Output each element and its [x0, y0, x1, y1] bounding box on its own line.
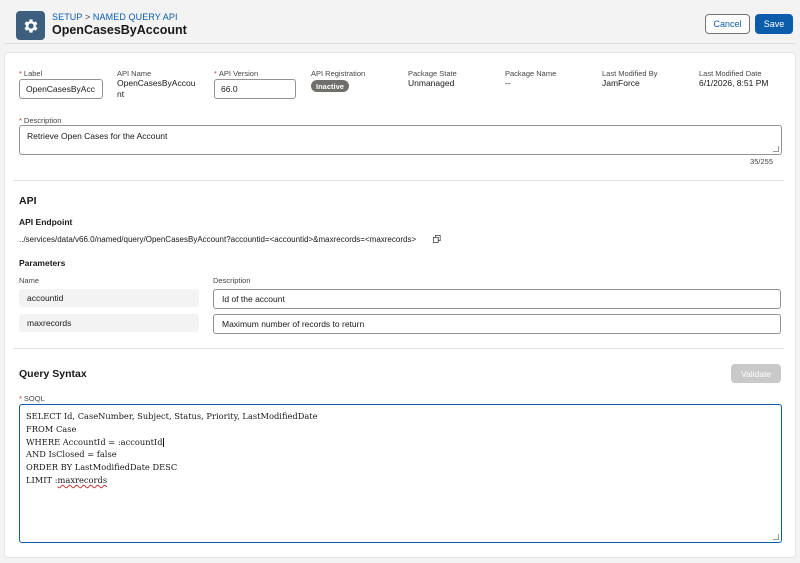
- param-description-header: Description: [213, 276, 251, 285]
- page: SETUP > NAMED QUERY API OpenCasesByAccou…: [0, 0, 800, 563]
- api-endpoint-title: API Endpoint: [19, 217, 73, 227]
- last-modified-by-value: JamForce: [602, 78, 640, 88]
- param-description-input[interactable]: Id of the account: [213, 289, 781, 309]
- param-name-accountid: accountid: [19, 289, 199, 307]
- api-endpoint-url: ../services/data/v66.0/named/query/OpenC…: [19, 235, 417, 244]
- resize-handle[interactable]: [773, 146, 779, 152]
- soql-line: WHERE AccountId = :accountId: [26, 436, 164, 447]
- gear-icon: [16, 11, 45, 40]
- last-modified-date-value: 6/1/2026, 8:51 PM: [699, 78, 769, 88]
- breadcrumb: SETUP > NAMED QUERY API: [52, 12, 178, 22]
- description-label: * Description: [19, 116, 62, 125]
- validate-button[interactable]: Validate: [731, 364, 781, 383]
- required-marker: *: [19, 69, 22, 78]
- param-name-header: Name: [19, 276, 40, 285]
- package-name-value: --: [505, 78, 511, 88]
- text-caret: [162, 437, 164, 447]
- cancel-button[interactable]: Cancel: [705, 14, 750, 34]
- soql-line: LIMIT :maxrecords: [26, 474, 108, 485]
- divider: [13, 348, 784, 349]
- divider: [13, 180, 784, 181]
- label-input[interactable]: OpenCasesByAcc: [19, 79, 103, 99]
- resize-handle[interactable]: [773, 534, 779, 540]
- last-modified-by-label: Last Modified By: [602, 69, 658, 78]
- api-registration-label: API Registration: [311, 69, 366, 78]
- last-modified-date-label: Last Modified Date: [699, 69, 762, 78]
- description-text: Retrieve Open Cases for the Account: [27, 131, 168, 141]
- char-count: 35/255: [750, 157, 773, 166]
- breadcrumb-separator: >: [84, 12, 91, 22]
- package-state-value: Unmanaged: [408, 78, 455, 88]
- parameters-title: Parameters: [19, 258, 66, 268]
- soql-label: * SOQL: [19, 394, 45, 403]
- api-version-input[interactable]: 66.0: [214, 79, 296, 99]
- copy-icon[interactable]: [433, 235, 441, 243]
- status-badge: Inactive: [311, 80, 349, 92]
- label-field-label: * Label: [19, 69, 43, 78]
- description-textarea[interactable]: Retrieve Open Cases for the Account: [19, 125, 782, 155]
- required-marker: *: [19, 116, 22, 125]
- save-button[interactable]: Save: [755, 14, 793, 34]
- soql-line: ORDER BY LastModifiedDate DESC: [26, 462, 178, 473]
- api-section-title: API: [19, 195, 37, 207]
- param-name-maxrecords: maxrecords: [19, 314, 199, 332]
- breadcrumb-current[interactable]: NAMED QUERY API: [93, 12, 178, 22]
- required-marker: *: [214, 69, 217, 78]
- query-syntax-title: Query Syntax: [19, 368, 87, 380]
- soql-line: SELECT Id, CaseNumber, Subject, Status, …: [26, 411, 318, 421]
- soql-editor[interactable]: SELECT Id, CaseNumber, Subject, Status, …: [19, 404, 782, 543]
- api-version-label: * API Version: [214, 69, 259, 78]
- api-name-value: OpenCasesByAccou nt: [117, 78, 196, 99]
- param-description-input[interactable]: Maximum number of records to return: [213, 314, 781, 334]
- page-title: OpenCasesByAccount: [52, 23, 187, 37]
- package-state-label: Package State: [408, 69, 457, 78]
- page-header: SETUP > NAMED QUERY API OpenCasesByAccou…: [4, 4, 796, 44]
- breadcrumb-parent[interactable]: SETUP: [52, 12, 82, 22]
- soql-line: AND IsClosed = false: [26, 449, 117, 460]
- required-marker: *: [19, 394, 22, 403]
- soql-line: FROM Case: [26, 423, 77, 434]
- package-name-label: Package Name: [505, 69, 557, 78]
- api-name-label: API Name: [117, 69, 152, 78]
